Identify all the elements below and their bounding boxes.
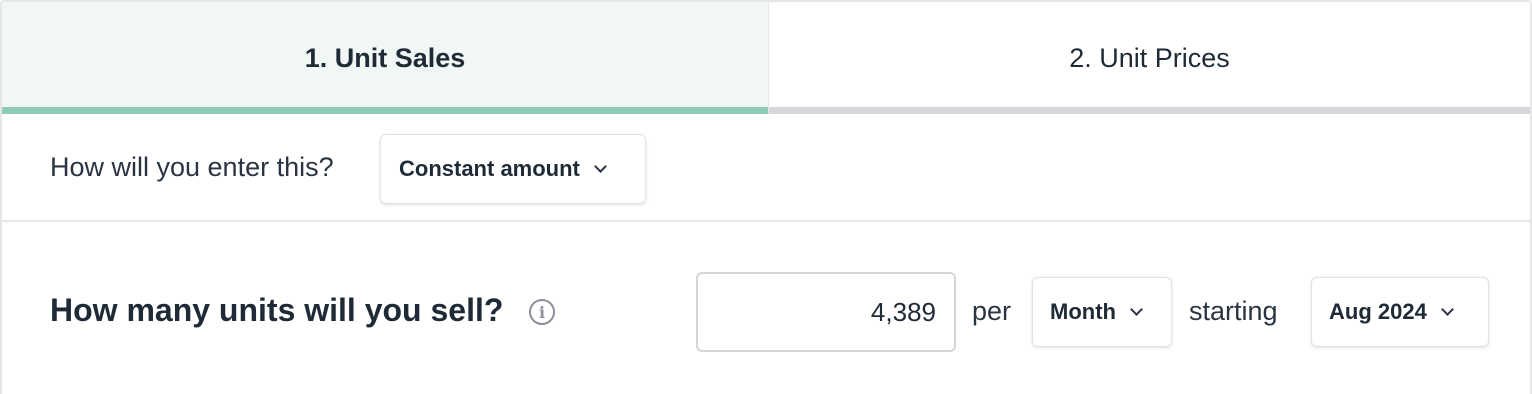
tab-unit-prices-indicator: [769, 107, 1530, 114]
chevron-down-icon: [594, 160, 607, 173]
tab-unit-sales[interactable]: 1. Unit Sales: [2, 2, 768, 114]
units-question-label: How many units will you sell?: [50, 292, 504, 328]
chevron-down-icon: [1440, 303, 1454, 316]
chevron-down-icon: [1130, 303, 1143, 316]
starting-label: starting: [1189, 296, 1278, 326]
period-dropdown[interactable]: Month: [1032, 277, 1172, 347]
tab-unit-prices-label: 2. Unit Prices: [1069, 42, 1230, 73]
entry-method-row: How will you enter this? Constant amount: [2, 114, 1530, 222]
entry-method-label: How will you enter this?: [50, 152, 334, 182]
start-date-dropdown[interactable]: Aug 2024: [1311, 277, 1489, 347]
tab-bar: 1. Unit Sales 2. Unit Prices: [2, 2, 1530, 114]
units-input[interactable]: [696, 272, 956, 352]
start-date-value: Aug 2024: [1329, 299, 1427, 324]
tab-unit-sales-label: 1. Unit Sales: [304, 42, 466, 73]
tab-unit-sales-indicator: [2, 107, 768, 114]
period-value: Month: [1050, 299, 1116, 324]
tab-unit-prices[interactable]: 2. Unit Prices: [768, 2, 1530, 114]
entry-method-value: Constant amount: [399, 156, 580, 181]
entry-method-dropdown[interactable]: Constant amount: [380, 134, 646, 204]
per-label: per: [972, 296, 1012, 326]
unit-sales-panel: 1. Unit Sales 2. Unit Prices How will yo…: [0, 0, 1532, 394]
info-icon[interactable]: i: [529, 299, 555, 325]
